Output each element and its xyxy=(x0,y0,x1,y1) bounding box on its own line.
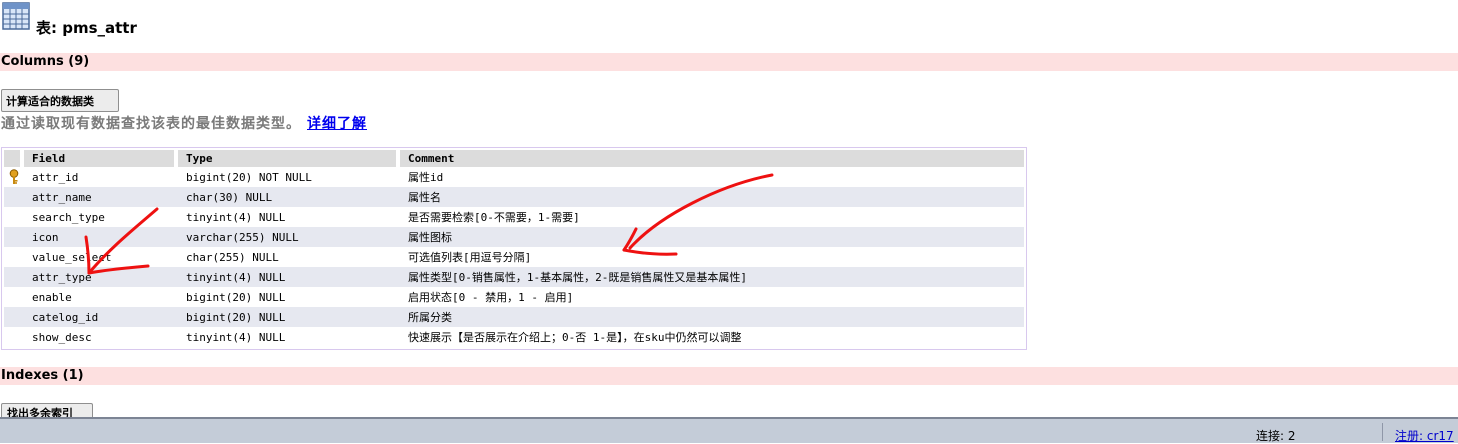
key-cell xyxy=(4,207,24,227)
page-header: 表: pms_attr xyxy=(0,0,600,40)
columns-section-header: Columns (9) xyxy=(0,53,1458,71)
key-cell xyxy=(4,267,24,287)
table-row[interactable]: attr_name char(30) NULL 属性名 xyxy=(4,187,1024,207)
table-row[interactable]: attr_id bigint(20) NOT NULL 属性id xyxy=(4,167,1024,187)
cell-type: varchar(255) NULL xyxy=(178,227,400,247)
cell-type: char(255) NULL xyxy=(178,247,400,267)
registration-link[interactable]: 注册: cr17 xyxy=(1395,427,1454,444)
cell-type: bigint(20) NULL xyxy=(178,307,400,327)
cell-comment: 所属分类 xyxy=(400,307,1024,327)
key-cell xyxy=(4,227,24,247)
cell-comment: 可选值列表[用逗号分隔] xyxy=(400,247,1024,267)
cell-comment: 属性名 xyxy=(400,187,1024,207)
cell-type: tinyint(4) NULL xyxy=(178,327,400,347)
cell-comment: 属性id xyxy=(400,167,1024,187)
columns-section-title: Columns (9) xyxy=(1,54,90,69)
key-column-header xyxy=(4,150,24,167)
cell-field: catelog_id xyxy=(24,307,178,327)
cell-field: show_desc xyxy=(24,327,178,347)
key-cell xyxy=(4,327,24,347)
cell-type: tinyint(4) NULL xyxy=(178,267,400,287)
cell-field: icon xyxy=(24,227,178,247)
primary-key-icon xyxy=(9,169,19,184)
cell-comment: 快速展示【是否展示在介绍上；0-否 1-是】，在sku中仍然可以调整 xyxy=(400,327,1024,347)
columns-table-header-row: Field Type Comment xyxy=(4,150,1024,167)
table-row[interactable]: search_type tinyint(4) NULL 是否需要检索[0-不需要，1… xyxy=(4,207,1024,227)
cell-comment: 启用状态[0 - 禁用，1 - 启用] xyxy=(400,287,1024,307)
cell-comment: 属性类型[0-销售属性，1-基本属性，2-既是销售属性又是基本属性] xyxy=(400,267,1024,287)
key-cell xyxy=(4,287,24,307)
table-row[interactable]: value_select char(255) NULL 可选值列表[用逗号分隔] xyxy=(4,247,1024,267)
status-bar: 连接: 2 注册: cr17 xyxy=(0,417,1458,443)
cell-comment: 是否需要检索[0-不需要，1-需要] xyxy=(400,207,1024,227)
field-column-header[interactable]: Field xyxy=(24,150,178,167)
type-column-header[interactable]: Type xyxy=(178,150,400,167)
table-row[interactable]: enable bigint(20) NULL 启用状态[0 - 禁用，1 - 启用] xyxy=(4,287,1024,307)
key-cell xyxy=(4,167,24,187)
table-grid-icon xyxy=(2,2,30,30)
indexes-section-header: Indexes (1) xyxy=(0,367,1458,385)
columns-table-container: Field Type Comment attr_id bigint(20) NOT… xyxy=(1,147,1027,350)
learn-more-link[interactable]: 详细了解 xyxy=(307,116,367,132)
cell-comment: 属性图标 xyxy=(400,227,1024,247)
cell-field: attr_name xyxy=(24,187,178,207)
cell-type: char(30) NULL xyxy=(178,187,400,207)
status-divider xyxy=(1382,423,1383,441)
cell-field: value_select xyxy=(24,247,178,267)
comment-column-header[interactable]: Comment xyxy=(400,150,1024,167)
table-row[interactable]: attr_type tinyint(4) NULL 属性类型[0-销售属性，1-基本… xyxy=(4,267,1024,287)
key-cell xyxy=(4,247,24,267)
key-cell xyxy=(4,307,24,327)
columns-table: Field Type Comment attr_id bigint(20) NOT… xyxy=(4,150,1024,347)
connection-count: 连接: 2 xyxy=(1256,429,1296,443)
calculate-data-types-button[interactable]: 计算适合的数据类 xyxy=(1,89,119,112)
cell-type: bigint(20) NOT NULL xyxy=(178,167,400,187)
key-cell xyxy=(4,187,24,207)
page-title: 表: pms_attr xyxy=(36,19,137,37)
cell-type: tinyint(4) NULL xyxy=(178,207,400,227)
cell-field: attr_type xyxy=(24,267,178,287)
table-row[interactable]: show_desc tinyint(4) NULL 快速展示【是否展示在介绍上；0-… xyxy=(4,327,1024,347)
table-row[interactable]: icon varchar(255) NULL 属性图标 xyxy=(4,227,1024,247)
cell-type: bigint(20) NULL xyxy=(178,287,400,307)
cell-field: search_type xyxy=(24,207,178,227)
calc-description: 通过读取现有数据查找该表的最佳数据类型。 详细了解 xyxy=(1,113,367,133)
cell-field: enable xyxy=(24,287,178,307)
table-row[interactable]: catelog_id bigint(20) NULL 所属分类 xyxy=(4,307,1024,327)
calc-description-text: 通过读取现有数据查找该表的最佳数据类型。 xyxy=(1,116,301,132)
indexes-section-title: Indexes (1) xyxy=(1,368,84,383)
cell-field: attr_id xyxy=(24,167,178,187)
